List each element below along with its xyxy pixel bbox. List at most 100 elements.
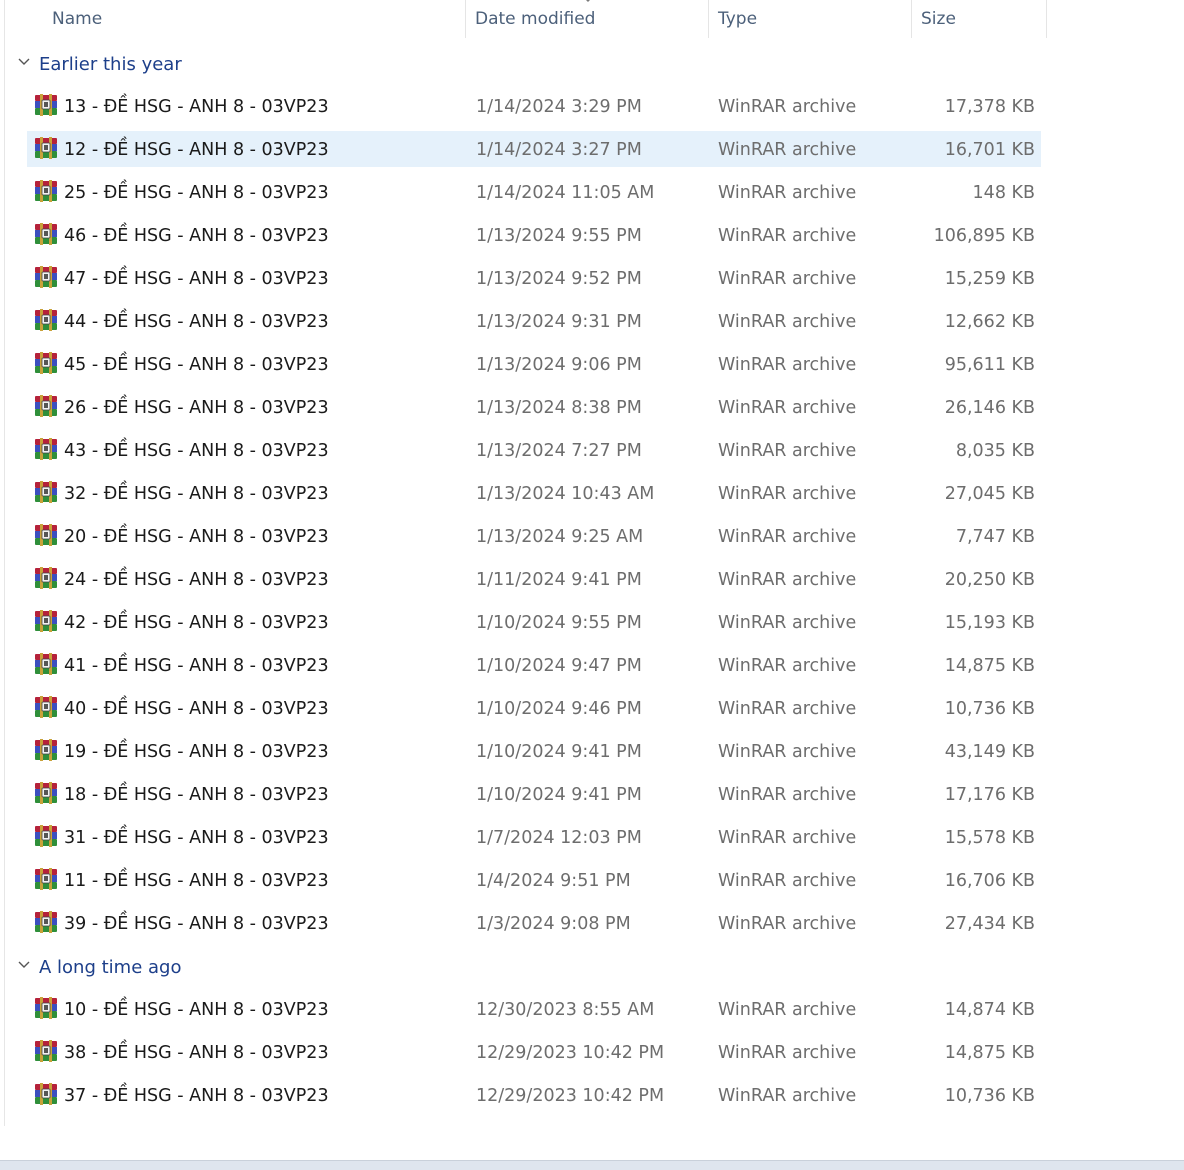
column-divider[interactable]	[911, 0, 912, 38]
file-date-modified: 1/13/2024 7:27 PM	[476, 441, 642, 461]
file-name[interactable]: 26 - ĐỀ HSG - ANH 8 - 03VP23	[64, 387, 329, 430]
file-type: WinRAR archive	[718, 570, 857, 590]
file-name[interactable]: 44 - ĐỀ HSG - ANH 8 - 03VP23	[64, 301, 329, 344]
winrar-archive-icon	[34, 868, 58, 890]
file-name[interactable]: 20 - ĐỀ HSG - ANH 8 - 03VP23	[64, 516, 329, 559]
group-header[interactable]: A long time ago	[0, 946, 1184, 989]
file-name[interactable]: 46 - ĐỀ HSG - ANH 8 - 03VP23	[64, 215, 329, 258]
file-size: 14,875 KB	[944, 1043, 1035, 1063]
file-type: WinRAR archive	[718, 699, 857, 719]
file-size: 15,193 KB	[944, 613, 1035, 633]
group-label: A long time ago	[39, 957, 182, 978]
file-type: WinRAR archive	[718, 1000, 857, 1020]
file-name[interactable]: 25 - ĐỀ HSG - ANH 8 - 03VP23	[64, 172, 329, 215]
file-type: WinRAR archive	[718, 269, 857, 289]
file-row[interactable]: 10 - ĐỀ HSG - ANH 8 - 03VP23 12/30/2023 …	[0, 989, 1184, 1032]
file-row[interactable]: 46 - ĐỀ HSG - ANH 8 - 03VP23 1/13/2024 9…	[0, 215, 1184, 258]
file-name[interactable]: 32 - ĐỀ HSG - ANH 8 - 03VP23	[64, 473, 329, 516]
winrar-archive-icon	[34, 524, 58, 546]
file-name[interactable]: 13 - ĐỀ HSG - ANH 8 - 03VP23	[64, 86, 329, 129]
file-size: 10,736 KB	[944, 1086, 1035, 1106]
file-type: WinRAR archive	[718, 355, 857, 375]
group-header[interactable]: Earlier this year	[0, 43, 1184, 86]
file-row[interactable]: 43 - ĐỀ HSG - ANH 8 - 03VP23 1/13/2024 7…	[0, 430, 1184, 473]
winrar-archive-icon	[34, 438, 58, 460]
file-name[interactable]: 40 - ĐỀ HSG - ANH 8 - 03VP23	[64, 688, 329, 731]
file-row[interactable]: 38 - ĐỀ HSG - ANH 8 - 03VP23 12/29/2023 …	[0, 1032, 1184, 1075]
winrar-archive-icon	[34, 137, 58, 159]
file-size: 17,378 KB	[944, 97, 1035, 117]
file-size: 10,736 KB	[944, 699, 1035, 719]
file-row[interactable]: 26 - ĐỀ HSG - ANH 8 - 03VP23 1/13/2024 8…	[0, 387, 1184, 430]
file-name[interactable]: 11 - ĐỀ HSG - ANH 8 - 03VP23	[64, 860, 329, 903]
file-name[interactable]: 39 - ĐỀ HSG - ANH 8 - 03VP23	[64, 903, 329, 946]
file-name[interactable]: 10 - ĐỀ HSG - ANH 8 - 03VP23	[64, 989, 329, 1032]
file-row[interactable]: 13 - ĐỀ HSG - ANH 8 - 03VP23 1/14/2024 3…	[0, 86, 1184, 129]
file-name[interactable]: 37 - ĐỀ HSG - ANH 8 - 03VP23	[64, 1075, 329, 1118]
file-size: 26,146 KB	[944, 398, 1035, 418]
file-row[interactable]: 20 - ĐỀ HSG - ANH 8 - 03VP23 1/13/2024 9…	[0, 516, 1184, 559]
winrar-archive-icon	[34, 911, 58, 933]
column-divider[interactable]	[1046, 0, 1047, 38]
chevron-down-icon[interactable]	[17, 57, 31, 67]
file-row[interactable]: 25 - ĐỀ HSG - ANH 8 - 03VP23 1/14/2024 1…	[0, 172, 1184, 215]
file-row[interactable]: 47 - ĐỀ HSG - ANH 8 - 03VP23 1/13/2024 9…	[0, 258, 1184, 301]
file-name[interactable]: 41 - ĐỀ HSG - ANH 8 - 03VP23	[64, 645, 329, 688]
file-type: WinRAR archive	[718, 312, 857, 332]
file-size: 27,434 KB	[944, 914, 1035, 934]
column-header-name[interactable]: Name	[52, 0, 102, 38]
file-name[interactable]: 38 - ĐỀ HSG - ANH 8 - 03VP23	[64, 1032, 329, 1075]
file-row[interactable]: 24 - ĐỀ HSG - ANH 8 - 03VP23 1/11/2024 9…	[0, 559, 1184, 602]
file-date-modified: 1/13/2024 10:43 AM	[476, 484, 655, 504]
file-size: 8,035 KB	[955, 441, 1035, 461]
file-row[interactable]: 41 - ĐỀ HSG - ANH 8 - 03VP23 1/10/2024 9…	[0, 645, 1184, 688]
column-header-type[interactable]: Type	[718, 0, 757, 38]
file-name[interactable]: 19 - ĐỀ HSG - ANH 8 - 03VP23	[64, 731, 329, 774]
file-type: WinRAR archive	[718, 785, 857, 805]
file-size: 95,611 KB	[944, 355, 1035, 375]
file-size: 15,578 KB	[944, 828, 1035, 848]
file-date-modified: 1/13/2024 9:06 PM	[476, 355, 642, 375]
file-date-modified: 1/13/2024 8:38 PM	[476, 398, 642, 418]
column-divider[interactable]	[708, 0, 709, 38]
winrar-archive-icon	[34, 481, 58, 503]
file-row[interactable]: 37 - ĐỀ HSG - ANH 8 - 03VP23 12/29/2023 …	[0, 1075, 1184, 1118]
file-row[interactable]: 19 - ĐỀ HSG - ANH 8 - 03VP23 1/10/2024 9…	[0, 731, 1184, 774]
file-name[interactable]: 47 - ĐỀ HSG - ANH 8 - 03VP23	[64, 258, 329, 301]
file-name[interactable]: 24 - ĐỀ HSG - ANH 8 - 03VP23	[64, 559, 329, 602]
file-name[interactable]: 43 - ĐỀ HSG - ANH 8 - 03VP23	[64, 430, 329, 473]
column-header-size[interactable]: Size	[921, 0, 956, 38]
file-row[interactable]: 39 - ĐỀ HSG - ANH 8 - 03VP23 1/3/2024 9:…	[0, 903, 1184, 946]
file-name[interactable]: 12 - ĐỀ HSG - ANH 8 - 03VP23	[64, 129, 329, 172]
winrar-archive-icon	[34, 266, 58, 288]
column-header-date-modified[interactable]: Date modified	[475, 0, 595, 38]
file-date-modified: 1/14/2024 3:29 PM	[476, 97, 642, 117]
file-date-modified: 1/10/2024 9:55 PM	[476, 613, 642, 633]
file-list[interactable]: Earlier this year 13 - ĐỀ HSG - ANH 8 - …	[0, 43, 1184, 1126]
file-row[interactable]: 12 - ĐỀ HSG - ANH 8 - 03VP23 1/14/2024 3…	[0, 129, 1184, 172]
file-row[interactable]: 44 - ĐỀ HSG - ANH 8 - 03VP23 1/13/2024 9…	[0, 301, 1184, 344]
file-name[interactable]: 45 - ĐỀ HSG - ANH 8 - 03VP23	[64, 344, 329, 387]
file-row[interactable]: 45 - ĐỀ HSG - ANH 8 - 03VP23 1/13/2024 9…	[0, 344, 1184, 387]
file-type: WinRAR archive	[718, 1086, 857, 1106]
group-label: Earlier this year	[39, 54, 182, 75]
file-date-modified: 1/13/2024 9:25 AM	[476, 527, 644, 547]
file-row[interactable]: 11 - ĐỀ HSG - ANH 8 - 03VP23 1/4/2024 9:…	[0, 860, 1184, 903]
file-size: 7,747 KB	[955, 527, 1035, 547]
file-name[interactable]: 31 - ĐỀ HSG - ANH 8 - 03VP23	[64, 817, 329, 860]
winrar-archive-icon	[34, 223, 58, 245]
file-name[interactable]: 42 - ĐỀ HSG - ANH 8 - 03VP23	[64, 602, 329, 645]
file-row[interactable]: 31 - ĐỀ HSG - ANH 8 - 03VP23 1/7/2024 12…	[0, 817, 1184, 860]
file-name[interactable]: 18 - ĐỀ HSG - ANH 8 - 03VP23	[64, 774, 329, 817]
file-row[interactable]: 32 - ĐỀ HSG - ANH 8 - 03VP23 1/13/2024 1…	[0, 473, 1184, 516]
chevron-down-icon[interactable]	[17, 960, 31, 970]
winrar-archive-icon	[34, 653, 58, 675]
file-date-modified: 1/10/2024 9:41 PM	[476, 785, 642, 805]
file-row[interactable]: 40 - ĐỀ HSG - ANH 8 - 03VP23 1/10/2024 9…	[0, 688, 1184, 731]
file-date-modified: 1/13/2024 9:52 PM	[476, 269, 642, 289]
file-row[interactable]: 42 - ĐỀ HSG - ANH 8 - 03VP23 1/10/2024 9…	[0, 602, 1184, 645]
file-date-modified: 1/14/2024 3:27 PM	[476, 140, 642, 160]
winrar-archive-icon	[34, 395, 58, 417]
column-divider[interactable]	[465, 0, 466, 38]
file-row[interactable]: 18 - ĐỀ HSG - ANH 8 - 03VP23 1/10/2024 9…	[0, 774, 1184, 817]
